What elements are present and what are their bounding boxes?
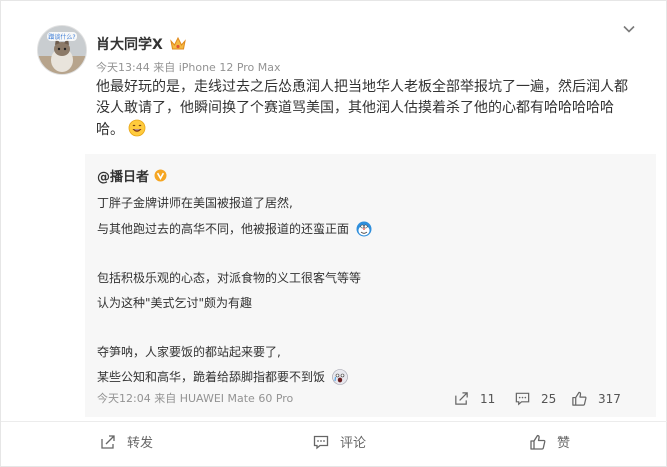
avatar-cat-image: 蹭谈什么? <box>38 26 86 74</box>
repost-line: 包括积极乐观的心态，对派食物的义工很客气等等 <box>97 271 362 285</box>
chevron-down-icon[interactable] <box>622 22 636 36</box>
repost-line: 夺笋呐，人家要饭的都站起来要了, <box>97 345 281 359</box>
repost-line: 某些公知和高华，跪着给舔脚指都要不到饭 <box>97 370 326 384</box>
repost-block[interactable]: @播日者 丁胖子金牌讲师在美国被报道了居然, 与其他跑过去的高华不同，他被报道的… <box>85 154 656 417</box>
repost-button-label: 转发 <box>127 436 154 451</box>
like-button[interactable]: 赞 <box>529 432 570 451</box>
repost-line-with-emoji: 某些公知和高华，跪着给舔脚指都要不到饭 <box>97 368 348 385</box>
post-line: 哈。 <box>96 122 124 138</box>
repost-comment-stat[interactable]: 25 <box>514 390 556 407</box>
divider <box>1 421 667 422</box>
weibo-post-card: 蹭谈什么? 肖大同学X 今天13:44 来自 iPhone 12 Pro Max… <box>0 0 667 467</box>
thumb-up-icon <box>572 391 587 406</box>
repost-line-with-emoji: 与其他跑过去的高华不同，他被报道的还蛮正面 <box>97 220 372 237</box>
like-button-label: 赞 <box>557 436 571 451</box>
post-source: 来自 iPhone 12 Pro Max <box>153 61 281 74</box>
comment-button[interactable]: 评论 <box>312 432 366 451</box>
doraemon-emoji-icon <box>356 221 372 237</box>
verified-badge-icon <box>154 169 167 182</box>
grin-emoji-icon <box>129 119 146 137</box>
post-line: 他最好玩的是，走线过去之后怂恿润人把当地华人老板全部举报坑了一遍，然后润人都 <box>96 79 628 95</box>
post-content: 他最好玩的是，走线过去之后怂恿润人把当地华人老板全部举报坑了一遍，然后润人都 没… <box>96 77 636 141</box>
crying-emoji-icon <box>332 369 348 385</box>
thumb-up-icon <box>530 434 546 450</box>
repost-username[interactable]: @播日者 <box>97 166 149 185</box>
repost-meta: 今天12:04 来自 HUAWEI Mate 60 Pro <box>97 390 293 406</box>
username-link[interactable]: 肖大同学X <box>96 34 163 54</box>
post-meta: 今天13:44 来自 iPhone 12 Pro Max <box>96 59 281 75</box>
avatar-caption: 蹭谈什么? <box>48 33 75 41</box>
repost-author: @播日者 <box>97 166 167 185</box>
like-count: 317 <box>598 391 621 406</box>
share-arrow-icon <box>101 434 115 449</box>
repost-line: 认为这种"美式乞讨"颇为有趣 <box>97 296 253 310</box>
post-line: 没人敢请了，他瞬间换了个赛道骂美国，其他润人估摸着杀了他的心都有哈哈哈哈哈 <box>96 100 614 116</box>
avatar[interactable]: 蹭谈什么? <box>37 25 87 75</box>
repost-line: 丁胖子金牌讲师在美国被报道了居然, <box>97 196 293 210</box>
comment-bubble-icon <box>313 435 329 449</box>
post-line-with-emoji: 哈。 <box>96 119 636 141</box>
repost-time[interactable]: 今天12:04 <box>97 392 151 405</box>
crown-icon[interactable] <box>169 36 187 52</box>
comment-count: 25 <box>541 391 557 406</box>
repost-like-stat[interactable]: 317 <box>571 390 621 407</box>
comment-bubble-icon <box>515 392 530 406</box>
repost-share-stat[interactable]: 11 <box>453 390 495 407</box>
post-time[interactable]: 今天13:44 <box>96 61 150 74</box>
repost-count: 11 <box>480 391 496 406</box>
post-author: 肖大同学X <box>96 34 187 54</box>
repost-line: 与其他跑过去的高华不同，他被报道的还蛮正面 <box>97 222 350 236</box>
repost-source: 来自 HUAWEI Mate 60 Pro <box>154 392 294 405</box>
repost-button[interactable]: 转发 <box>99 432 153 451</box>
comment-button-label: 评论 <box>340 436 367 451</box>
share-arrow-icon <box>455 392 468 405</box>
